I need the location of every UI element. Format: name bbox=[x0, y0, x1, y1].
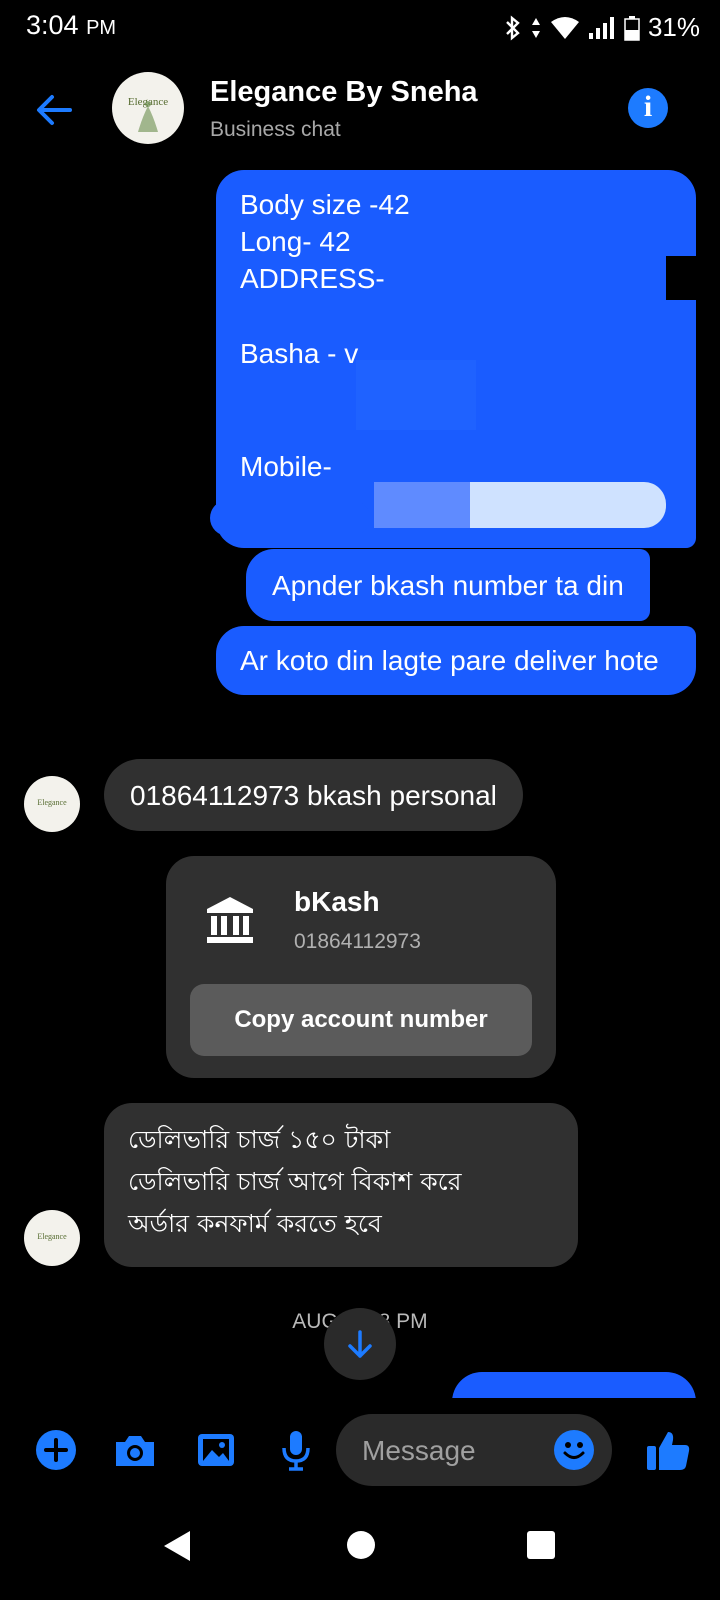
add-button[interactable] bbox=[34, 1428, 78, 1472]
message-line: Mobile- bbox=[240, 451, 332, 482]
microphone-icon bbox=[282, 1431, 310, 1471]
status-ampm: PM bbox=[86, 17, 117, 39]
message-delivery-charge[interactable]: ডেলিভারি চার্জ ১৫০ টাকা ডেলিভারি চার্জ আ… bbox=[104, 1103, 578, 1267]
message-order-details[interactable]: Body size -42 Long- 42 ADDRESS- N Basha … bbox=[210, 170, 702, 548]
info-icon: i bbox=[643, 90, 653, 123]
circle-home-icon bbox=[347, 1531, 375, 1559]
back-arrow-icon bbox=[37, 95, 72, 125]
arrow-down-icon bbox=[348, 1330, 372, 1358]
status-icons: 31% bbox=[504, 12, 700, 43]
redaction-mark bbox=[356, 360, 476, 430]
message-ask-bkash[interactable]: Apnder bkash number ta din bbox=[246, 549, 650, 621]
emoji-button[interactable] bbox=[554, 1430, 594, 1470]
plus-icon bbox=[36, 1430, 76, 1470]
data-arrows-icon bbox=[530, 15, 542, 41]
message-ask-delivery[interactable]: Ar koto din lagte pare deliver hote bbox=[216, 626, 696, 695]
payment-card-account: 01864112973 bbox=[294, 930, 421, 953]
signal-icon bbox=[588, 15, 616, 41]
voice-button[interactable] bbox=[274, 1428, 318, 1472]
avatar-logo-text: Elegance bbox=[37, 798, 67, 807]
camera-icon bbox=[116, 1436, 154, 1466]
composer-bar bbox=[0, 1398, 720, 1516]
redaction-mark bbox=[210, 500, 370, 536]
status-time: 3:04 PM bbox=[26, 10, 116, 41]
avatar[interactable]: Elegance bbox=[24, 776, 80, 832]
message-line: Body size -42 bbox=[240, 189, 410, 220]
avatar[interactable]: Elegance bbox=[112, 72, 184, 144]
message-line: ডেলিভারি চার্জ আগে বিকাশ করে bbox=[128, 1167, 462, 1196]
chat-subtitle: Business chat bbox=[210, 118, 341, 141]
message-line: Long- 42 bbox=[240, 226, 351, 257]
image-icon bbox=[198, 1434, 234, 1466]
nav-home-button[interactable] bbox=[346, 1530, 376, 1565]
chat-title[interactable]: Elegance By Sneha bbox=[210, 76, 478, 109]
emoji-icon bbox=[563, 1442, 585, 1459]
message-line: অর্ডার কনফার্ম করতে হবে bbox=[128, 1209, 382, 1238]
redaction-mark bbox=[374, 482, 470, 528]
copy-account-button[interactable]: Copy account number bbox=[190, 984, 532, 1056]
info-button[interactable]: i bbox=[628, 88, 668, 128]
message-input[interactable] bbox=[360, 1414, 544, 1488]
message-text: 01864112973 bkash personal bbox=[130, 779, 497, 811]
avatar[interactable]: Elegance bbox=[24, 1210, 80, 1266]
thumbs-up-icon bbox=[647, 1432, 690, 1470]
nav-recents-button[interactable] bbox=[526, 1530, 556, 1565]
message-line: ডেলিভারি চার্জ ১৫০ টাকা bbox=[128, 1125, 391, 1154]
avatar-figure-icon bbox=[138, 101, 158, 132]
like-button[interactable] bbox=[644, 1426, 692, 1474]
camera-button[interactable] bbox=[112, 1428, 156, 1472]
status-clock: 3:04 bbox=[26, 10, 79, 40]
triangle-back-icon bbox=[164, 1531, 190, 1561]
message-input-container[interactable] bbox=[336, 1414, 612, 1488]
scroll-to-bottom-button[interactable] bbox=[324, 1308, 396, 1380]
message-text: Ar koto din lagte pare deliver hote bbox=[240, 645, 659, 676]
redaction-mark bbox=[392, 262, 692, 300]
avatar-logo-text: Elegance bbox=[37, 1232, 67, 1241]
square-recents-icon bbox=[527, 1531, 555, 1559]
battery-percent: 31% bbox=[647, 12, 700, 42]
message-bkash-reply[interactable]: 01864112973 bkash personal bbox=[104, 759, 523, 831]
wifi-icon bbox=[550, 15, 580, 41]
nav-back-button[interactable] bbox=[160, 1528, 194, 1569]
payment-card: bKash 01864112973 Copy account number bbox=[166, 856, 556, 1078]
bluetooth-icon bbox=[504, 14, 522, 41]
back-button[interactable] bbox=[30, 86, 78, 134]
navigation-bar bbox=[0, 1516, 720, 1600]
message-text: Apnder bkash number ta din bbox=[272, 569, 624, 601]
payment-card-title: bKash bbox=[294, 886, 380, 917]
battery-icon bbox=[624, 15, 640, 41]
redaction-mark bbox=[666, 256, 702, 300]
bank-icon bbox=[204, 894, 256, 946]
gallery-button[interactable] bbox=[194, 1428, 238, 1472]
